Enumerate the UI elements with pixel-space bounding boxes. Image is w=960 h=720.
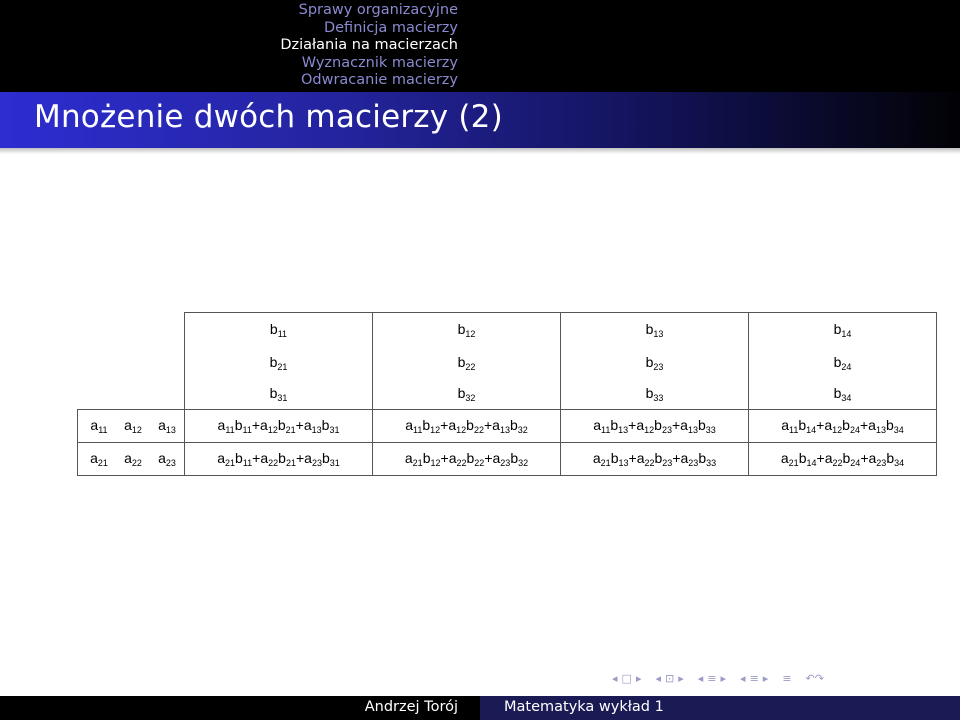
product-cell: a21b14+a22b24+a23b34: [748, 442, 937, 476]
nav-section-2[interactable]: Definicja macierzy: [280, 20, 458, 38]
footer-course-title: Matematyka wykład 1: [504, 699, 664, 715]
product-cell: a21b13+a22b23+a23b33: [560, 442, 749, 476]
matrix-product-table: b11 b12 b13 b14 b21 b22 b23 b24 b31 b32 b33 b34 a11 a…: [77, 312, 937, 476]
section-navigation: Sprawy organizacyjne Definicja macierzy Dz…: [0, 0, 480, 92]
nav-prev-subsection-icon[interactable]: ◂: [698, 672, 704, 685]
nav-prev-section-icon[interactable]: ◂: [740, 672, 746, 685]
matrix-symbol: b24: [833, 353, 852, 372]
product-cell: a21b11+a22b21+a23b31: [184, 442, 373, 476]
frame-title: Mnożenie dwóch macierzy (2): [34, 99, 503, 135]
nav-slide-icon[interactable]: □: [622, 672, 632, 685]
b-cell: b32: [372, 378, 561, 410]
a-cell: a21: [77, 442, 116, 476]
product-expression: a11b14+a12b24+a13b34: [781, 417, 904, 435]
nav-section-3[interactable]: Działania na macierzach: [280, 37, 458, 55]
matrix-symbol: b13: [645, 321, 664, 339]
product-expression: a11b12+a12b22+a13b32: [405, 417, 528, 435]
a-cell: a22: [116, 442, 150, 476]
matrix-symbol: b32: [457, 384, 476, 403]
frame-title-bar: Mnożenie dwóch macierzy (2): [0, 92, 960, 148]
a-cell: a12: [116, 409, 150, 443]
b-cell: b34: [748, 378, 937, 410]
nav-next-section-icon[interactable]: ▸: [763, 672, 769, 685]
matrix-symbol: a12: [124, 417, 142, 435]
matrix-symbol: b31: [269, 384, 288, 403]
product-cell: a11b12+a12b22+a13b32: [372, 409, 561, 443]
matrix-symbol: b22: [457, 353, 476, 372]
footer-right: Matematyka wykład 1: [480, 696, 960, 720]
b-matrix-row: b31 b32 b33 b34: [78, 378, 937, 410]
product-expression: a21b12+a22b22+a23b32: [404, 450, 529, 468]
product-expression: a21b11+a22b21+a23b31: [217, 450, 340, 468]
nav-next-slide-icon[interactable]: ▸: [636, 672, 642, 685]
b-cell: b13: [560, 312, 749, 347]
nav-section-1[interactable]: Sprawy organizacyjne: [280, 2, 458, 20]
product-expression: a11b13+a12b23+a13b33: [593, 417, 716, 435]
nav-section-icon[interactable]: ≡: [750, 672, 759, 685]
matrix-symbol: b14: [833, 321, 852, 339]
b-cell: b22: [372, 347, 561, 378]
nav-section-4[interactable]: Wyznacznik macierzy: [280, 55, 458, 73]
title-shadow: [0, 148, 960, 154]
b-cell: b11: [184, 312, 373, 347]
a-matrix-row: a11 a12 a13 a11b11+a12b21+a13b31 a11b12+a12b…: [77, 409, 937, 443]
nav-next-frame-icon[interactable]: ▸: [678, 672, 684, 685]
matrix-symbol: b33: [645, 384, 664, 403]
nav-next-subsection-icon[interactable]: ▸: [721, 672, 727, 685]
a-cell: a13: [150, 409, 185, 443]
nav-prev-frame-icon[interactable]: ◂: [655, 672, 661, 685]
navigation-symbols: ◂ □ ▸ ◂ ⊡ ▸ ◂ ≡ ▸ ◂ ≡ ▸ ≡ ↶↷: [612, 672, 828, 685]
nav-subsection-icon[interactable]: ≡: [707, 672, 716, 685]
matrix-symbol: b23: [645, 353, 664, 372]
product-expression: a21b14+a22b24+a23b34: [780, 450, 905, 468]
matrix-symbol: b11: [269, 321, 288, 339]
b-cell: b23: [560, 347, 749, 378]
product-cell: a21b12+a22b22+a23b32: [372, 442, 561, 476]
a-cell: a11: [77, 409, 116, 443]
product-cell: a11b13+a12b23+a13b33: [560, 409, 749, 443]
nav-document-icon[interactable]: ≡: [782, 672, 791, 685]
product-expression: a11b11+a12b21+a13b31: [217, 417, 340, 435]
matrix-symbol: a11: [90, 417, 108, 435]
footer-author: Andrzej Torój: [364, 699, 458, 715]
footer-left: Andrzej Torój: [0, 696, 480, 720]
b-matrix-row: b11 b12 b13 b14: [78, 312, 937, 348]
empty-corner: [78, 313, 185, 348]
matrix-symbol: a21: [90, 450, 108, 468]
b-cell: b14: [748, 312, 937, 347]
b-cell: b33: [560, 378, 749, 410]
a-cell: a23: [150, 442, 185, 476]
matrix-symbol: b34: [833, 384, 852, 403]
product-expression: a21b13+a22b23+a23b33: [592, 450, 717, 468]
empty-corner: [78, 378, 185, 410]
nav-prev-slide-icon[interactable]: ◂: [612, 672, 618, 685]
section-list: Sprawy organizacyjne Definicja macierzy Dz…: [280, 2, 458, 90]
matrix-symbol: a23: [158, 450, 176, 468]
nav-frame-icon[interactable]: ⊡: [665, 672, 674, 685]
b-cell: b31: [184, 378, 373, 410]
matrix-symbol: b12: [457, 321, 476, 339]
b-cell: b24: [748, 347, 937, 378]
b-cell: b12: [372, 312, 561, 347]
matrix-symbol: a13: [158, 417, 176, 435]
b-cell: b21: [184, 347, 373, 378]
product-cell: a11b11+a12b21+a13b31: [184, 409, 373, 443]
b-matrix-row: b21 b22 b23 b24: [78, 347, 937, 378]
product-cell: a11b14+a12b24+a13b34: [748, 409, 937, 443]
nav-search-icon[interactable]: ↶↷: [806, 672, 824, 685]
matrix-symbol: b21: [269, 353, 288, 372]
header-bar: Sprawy organizacyjne Definicja macierzy Dz…: [0, 0, 960, 92]
nav-section-5[interactable]: Odwracanie macierzy: [280, 72, 458, 90]
a-matrix-row: a21 a22 a23 a21b11+a22b21+a23b31 a21b12+a22b…: [77, 442, 937, 476]
empty-corner: [78, 347, 185, 378]
matrix-symbol: a22: [124, 450, 142, 468]
